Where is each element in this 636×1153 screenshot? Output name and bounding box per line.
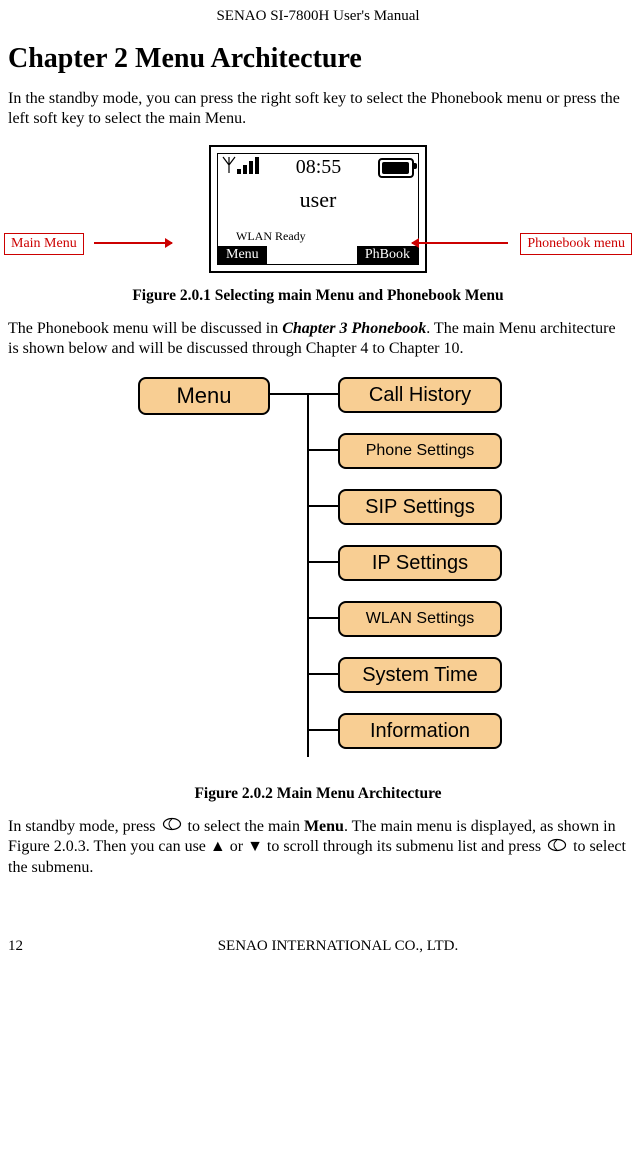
footer-company: SENAO INTERNATIONAL CO., LTD. <box>48 938 628 955</box>
para2-ref: Chapter 3 Phonebook <box>282 320 426 337</box>
chart-child-information: Information <box>338 713 502 749</box>
screen-annotation-row: Main Menu 08:55 user WLAN Ready Menu <box>8 139 628 279</box>
phone-frame: 08:55 user WLAN Ready Menu PhBook <box>209 145 427 273</box>
chart-child-wlan-settings: WLAN Settings <box>338 601 502 637</box>
chart-child-phone-settings: Phone Settings <box>338 433 502 469</box>
chapter-title: Chapter 2 Menu Architecture <box>8 43 628 75</box>
screen-user: user <box>218 187 418 213</box>
para2-part-a: The Phonebook menu will be discussed in <box>8 320 282 337</box>
select-key-icon-2 <box>547 838 567 858</box>
chart-child-call-history: Call History <box>338 377 502 413</box>
phone-screen: 08:55 user WLAN Ready Menu PhBook <box>217 153 419 265</box>
intro-paragraph: In the standby mode, you can press the r… <box>8 89 628 129</box>
right-softkey: PhBook <box>357 246 418 264</box>
arrow-or: or <box>226 838 247 855</box>
paragraph-3: In standby mode, press to select the mai… <box>8 817 628 878</box>
chart-child-sip-settings: SIP Settings <box>338 489 502 525</box>
para3-menu-word: Menu <box>304 818 344 835</box>
para3-a: In standby mode, press <box>8 818 160 835</box>
para3-b: to select the main <box>188 818 304 835</box>
main-menu-label: Main Menu <box>4 233 84 255</box>
left-softkey: Menu <box>218 246 267 264</box>
para3-d: to scroll through its submenu list and p… <box>267 838 545 855</box>
chart-root-node: Menu <box>138 377 270 415</box>
screen-time: 08:55 <box>296 156 342 179</box>
up-triangle-icon: ▲ <box>210 838 226 855</box>
running-header: SENAO SI-7800H User's Manual <box>8 8 628 25</box>
battery-icon <box>378 158 414 178</box>
page-number: 12 <box>8 938 48 955</box>
arrow-left-icon <box>412 242 508 244</box>
figure-2-caption: Figure 2.0.2 Main Menu Architecture <box>8 785 628 803</box>
page-footer: 12 SENAO INTERNATIONAL CO., LTD. <box>8 938 628 955</box>
signal-icon <box>222 156 259 174</box>
paragraph-2: The Phonebook menu will be discussed in … <box>8 319 628 359</box>
down-triangle-icon: ▼ <box>247 838 263 855</box>
menu-architecture-chart: Menu Call History Phone Settings SIP Set… <box>138 377 498 777</box>
figure-1-caption: Figure 2.0.1 Selecting main Menu and Pho… <box>8 287 628 305</box>
screen-status: WLAN Ready <box>236 229 306 244</box>
arrow-right-icon <box>94 242 172 244</box>
chart-child-system-time: System Time <box>338 657 502 693</box>
phonebook-menu-label: Phonebook menu <box>520 233 632 255</box>
chart-child-ip-settings: IP Settings <box>338 545 502 581</box>
select-key-icon <box>162 817 182 837</box>
